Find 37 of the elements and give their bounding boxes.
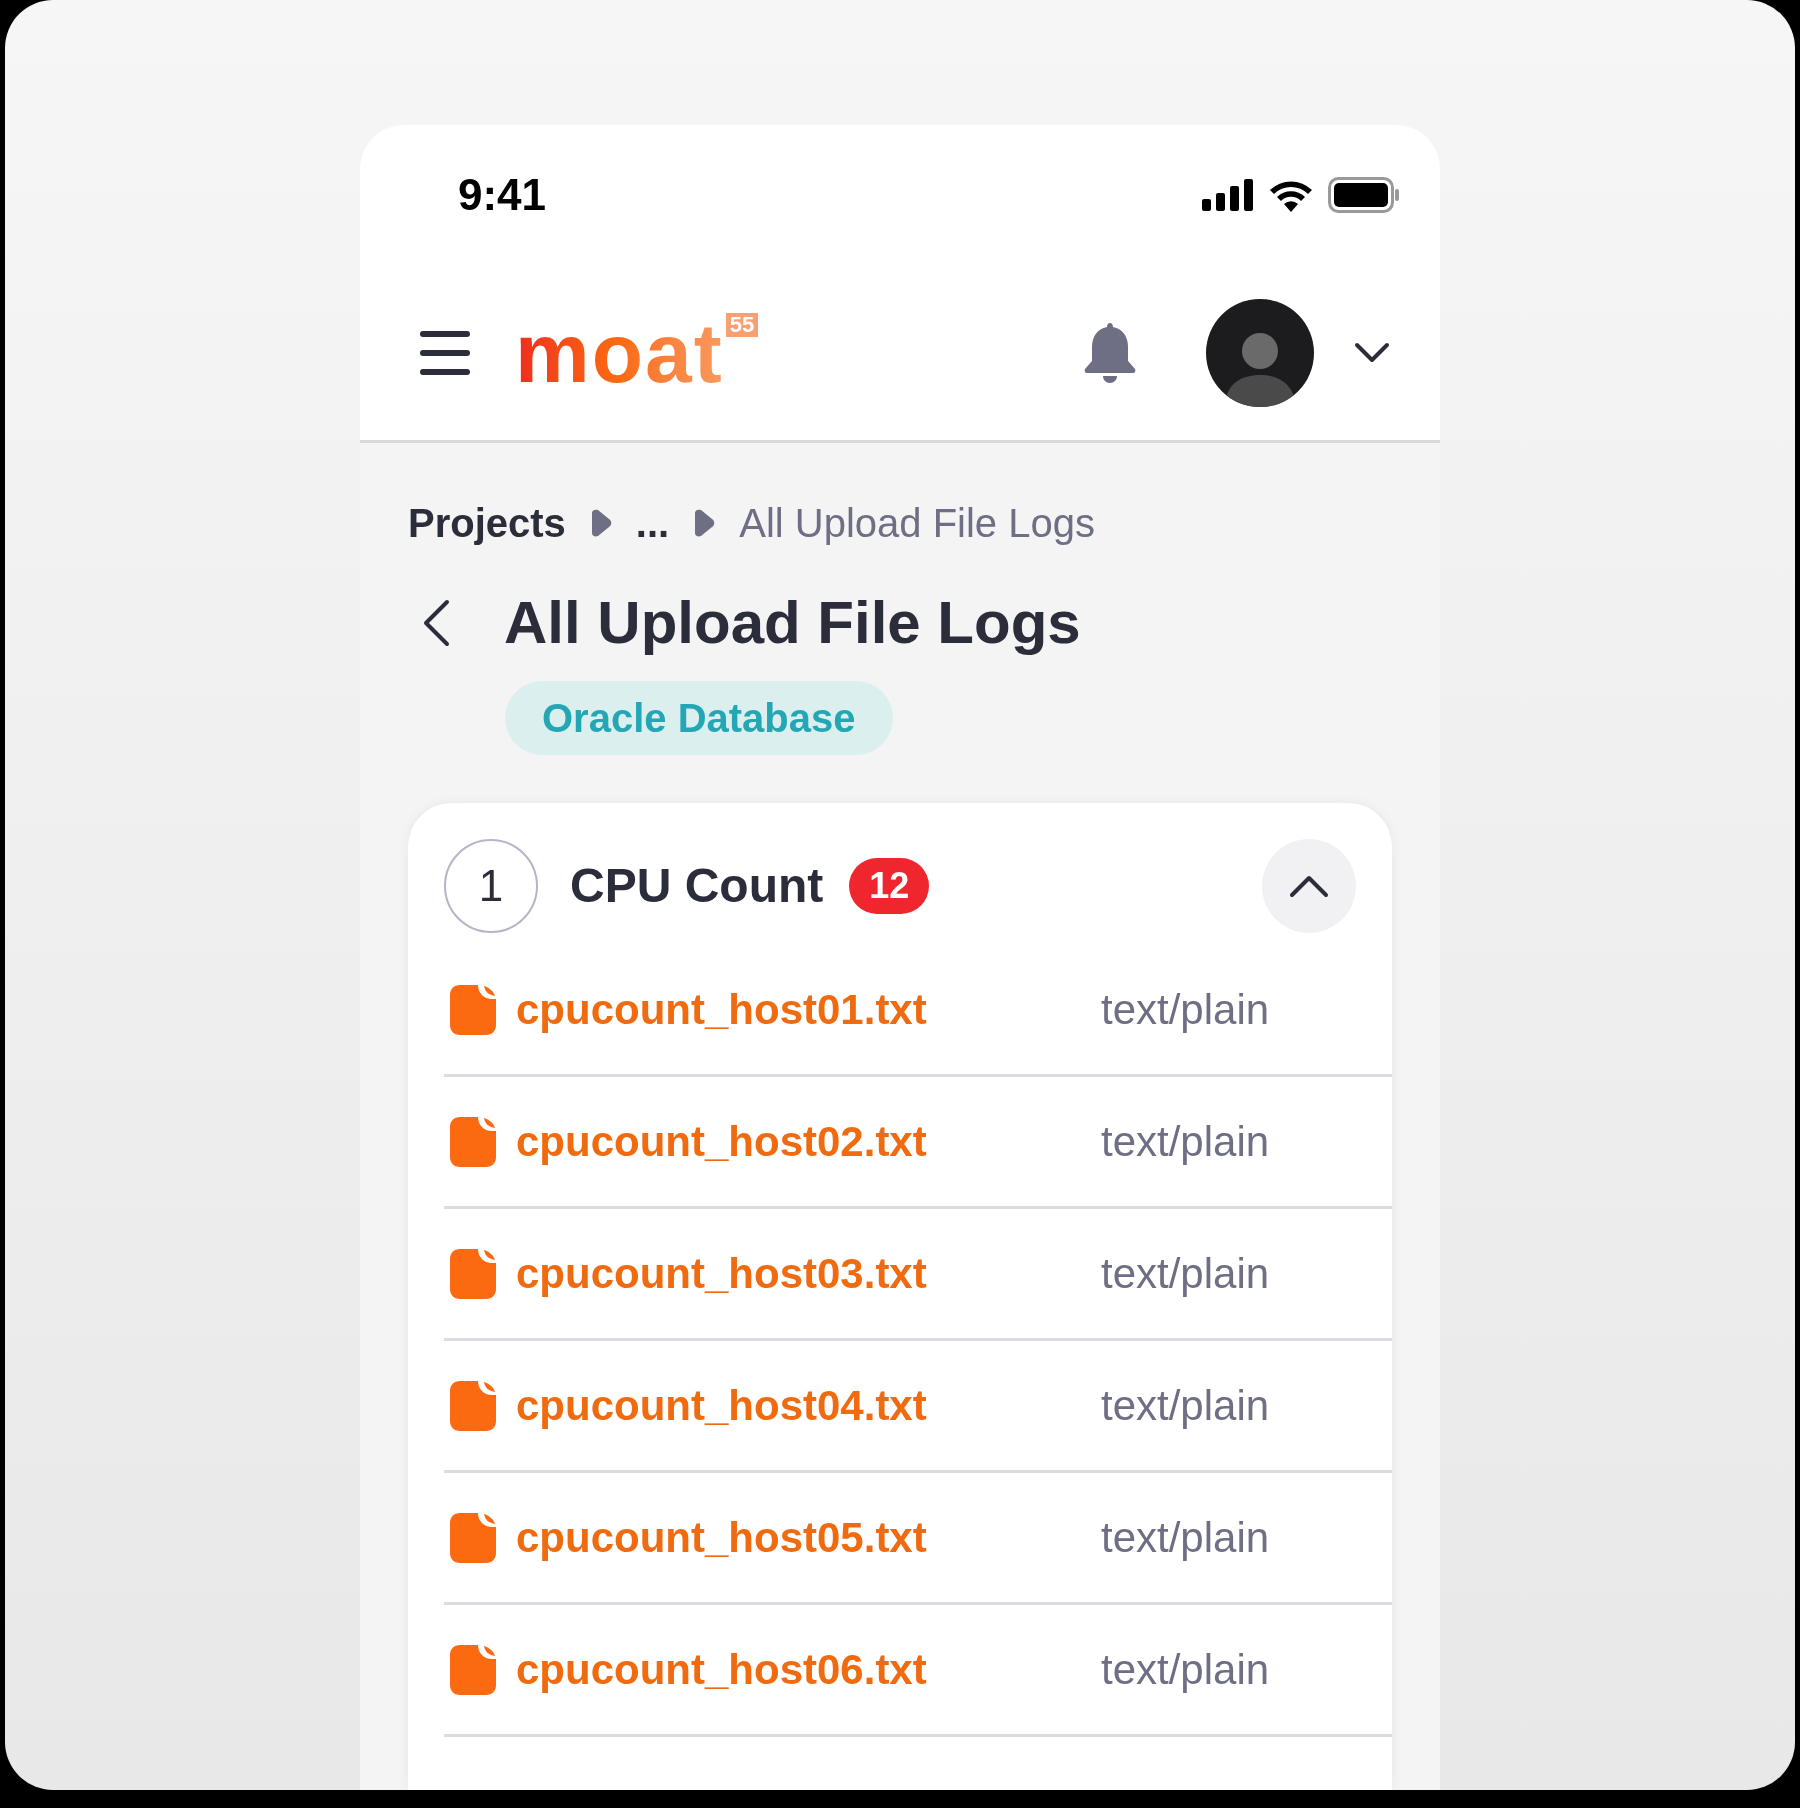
file-link[interactable]: cpucount_host01.txt — [516, 978, 1101, 1041]
chevron-up-icon — [1289, 874, 1329, 898]
notification-bell-icon[interactable] — [1084, 322, 1136, 383]
breadcrumb-separator-icon — [589, 509, 612, 537]
page-title: All Upload File Logs — [504, 593, 1081, 653]
file-icon — [450, 1512, 496, 1563]
count-badge: 12 — [849, 858, 930, 914]
file-icon — [450, 1248, 496, 1299]
wifi-icon — [1268, 178, 1314, 212]
logo-badge: 55 — [725, 312, 759, 337]
file-link[interactable]: cpucount_host02.txt — [516, 1110, 1101, 1173]
status-time: 9:41 — [458, 169, 547, 221]
file-type: text/plain — [1101, 1117, 1270, 1167]
file-link[interactable]: cpucount_host06.txt — [516, 1638, 1101, 1701]
file-link[interactable]: cpucount_host03.txt — [516, 1242, 1101, 1305]
file-link[interactable]: cpucount_host05.txt — [516, 1506, 1101, 1569]
file-type: text/plain — [1101, 1249, 1270, 1299]
signal-icon — [1202, 179, 1254, 211]
file-icon — [450, 1644, 496, 1695]
file-type: text/plain — [1101, 985, 1270, 1035]
menu-icon[interactable] — [420, 330, 470, 375]
file-type: text/plain — [1101, 1513, 1270, 1563]
file-type: text/plain — [1101, 1381, 1270, 1431]
file-link[interactable]: cpucount_host04.txt — [516, 1374, 1101, 1437]
breadcrumb-separator-icon — [693, 509, 716, 537]
breadcrumb-link[interactable]: ... — [635, 493, 670, 553]
battery-icon — [1328, 177, 1400, 213]
section-title: CPU Count — [570, 858, 824, 914]
breadcrumb-link[interactable]: Projects — [408, 493, 566, 553]
breadcrumb-link[interactable]: All Upload File Logs — [739, 493, 1095, 553]
tag: Oracle Database — [505, 681, 893, 755]
chevron-down-icon[interactable] — [1354, 341, 1390, 364]
file-type: text/plain — [1101, 1645, 1270, 1695]
file-icon — [450, 984, 496, 1035]
file-icon — [450, 1116, 496, 1167]
step-number: 1 — [444, 839, 538, 933]
file-icon — [450, 1380, 496, 1431]
